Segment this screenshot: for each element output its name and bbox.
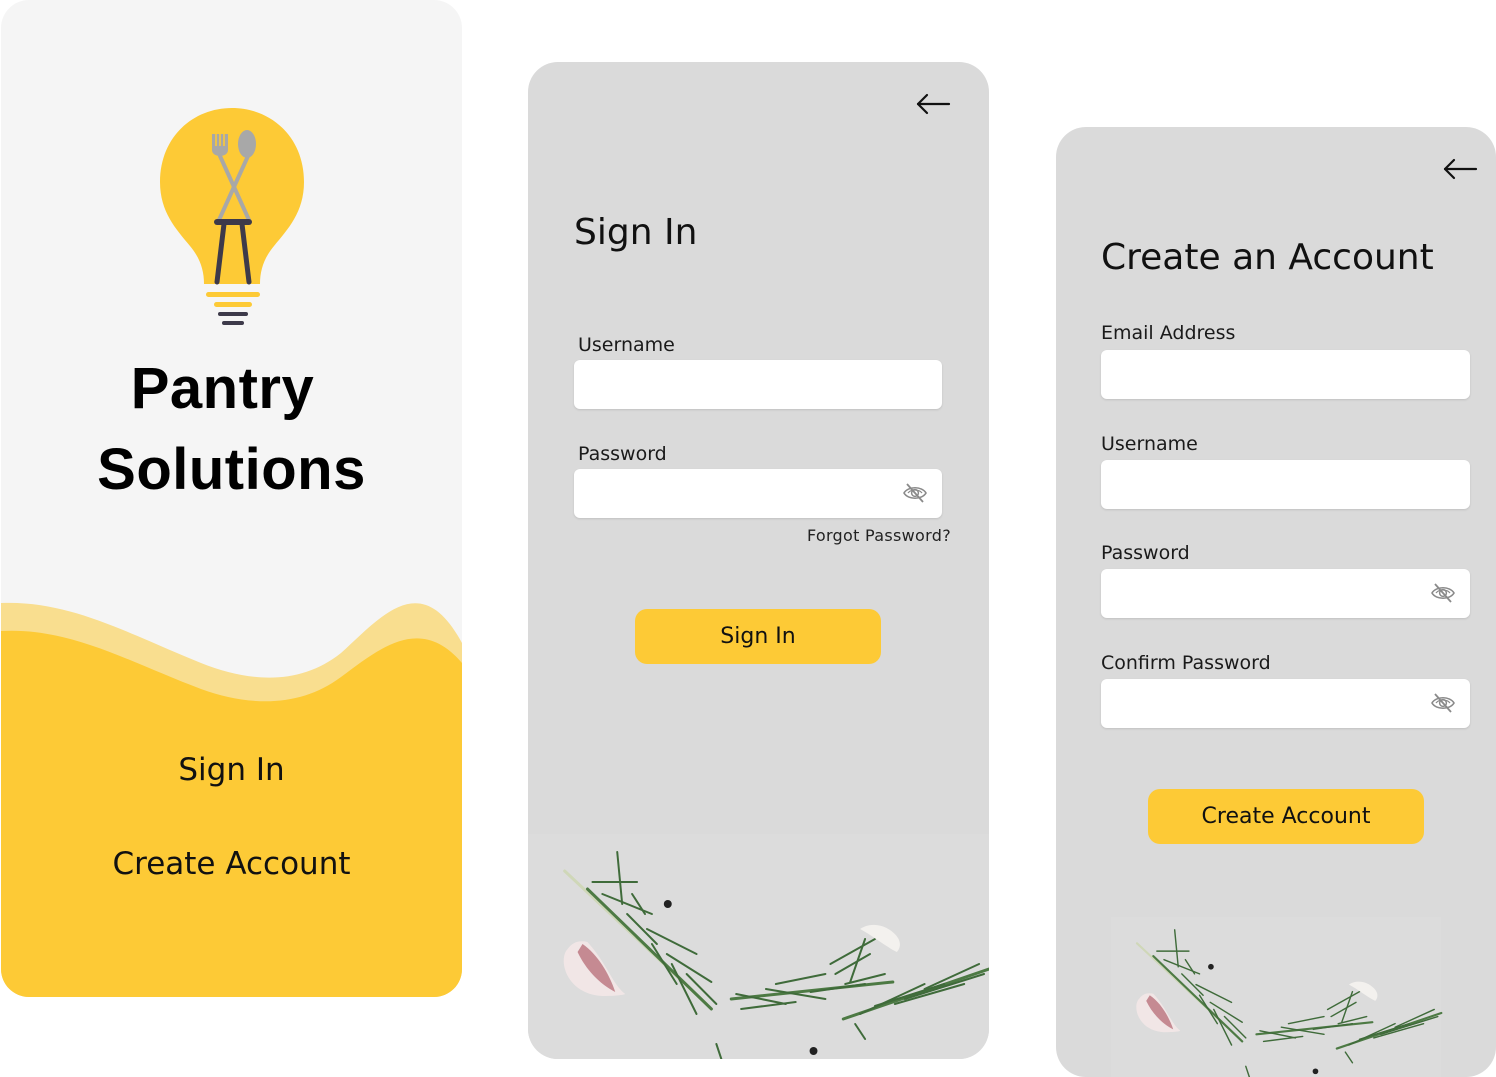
- email-input[interactable]: [1101, 350, 1470, 399]
- password-field[interactable]: [574, 469, 942, 518]
- confirm-password-field[interactable]: [1101, 679, 1470, 728]
- password-field[interactable]: [1101, 569, 1470, 618]
- herbs-garlic-photo: [528, 834, 989, 1059]
- create-account-button[interactable]: Create Account: [1148, 789, 1424, 844]
- splash-screen: Pantry Solutions Sign In Create Account: [1, 0, 462, 997]
- password-input[interactable]: [574, 469, 942, 518]
- username-input[interactable]: [574, 360, 942, 409]
- email-label: Email Address: [1101, 322, 1236, 344]
- create-account-screen: Create an Account Email Address Username…: [1056, 127, 1496, 1077]
- password-input[interactable]: [1101, 569, 1470, 618]
- back-arrow-icon[interactable]: [1442, 158, 1478, 180]
- lightbulb-utensils-logo-icon: [160, 108, 304, 325]
- splash-create-account-link[interactable]: Create Account: [1, 846, 462, 882]
- sign-in-button[interactable]: Sign In: [635, 609, 881, 664]
- eye-off-icon[interactable]: [902, 482, 928, 504]
- herbs-garlic-photo: [1056, 917, 1496, 1077]
- email-field[interactable]: [1101, 350, 1470, 399]
- splash-sign-in-link[interactable]: Sign In: [1, 752, 462, 788]
- eye-off-icon[interactable]: [1430, 582, 1456, 604]
- username-label: Username: [578, 334, 675, 356]
- password-label: Password: [578, 443, 667, 465]
- confirm-password-label: Confirm Password: [1101, 652, 1271, 674]
- username-input[interactable]: [1101, 460, 1470, 509]
- password-label: Password: [1101, 542, 1190, 564]
- sign-in-screen: Sign In Username Password Forgot Passwor…: [528, 62, 989, 1059]
- username-label: Username: [1101, 433, 1198, 455]
- confirm-password-input[interactable]: [1101, 679, 1470, 728]
- brand-title-line2: Solutions: [97, 437, 366, 502]
- sign-in-title: Sign In: [574, 212, 698, 253]
- eye-off-icon[interactable]: [1430, 692, 1456, 714]
- username-field[interactable]: [574, 360, 942, 409]
- brand-title-line1: Pantry: [130, 356, 315, 421]
- back-arrow-icon[interactable]: [915, 93, 951, 115]
- create-account-title: Create an Account: [1101, 237, 1434, 278]
- username-field[interactable]: [1101, 460, 1470, 509]
- forgot-password-link[interactable]: Forgot Password?: [807, 526, 951, 545]
